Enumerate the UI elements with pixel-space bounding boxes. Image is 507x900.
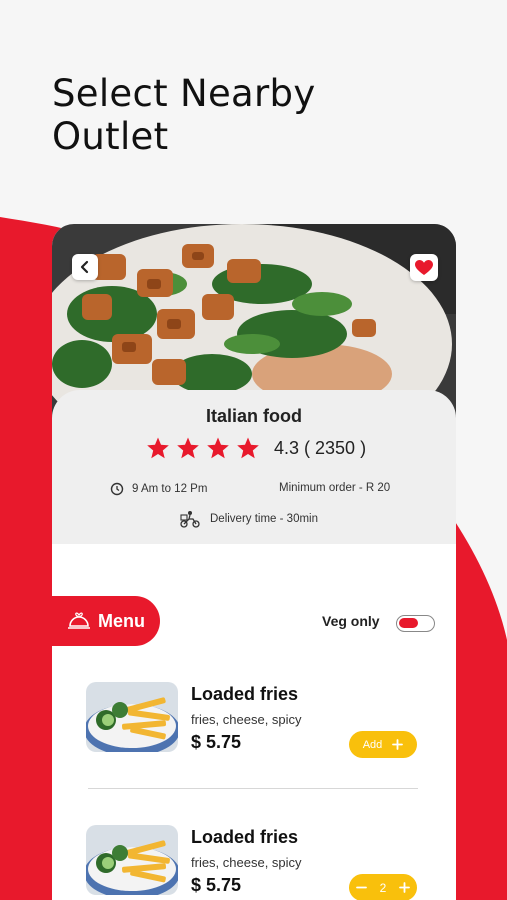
menu-tab[interactable]: Menu	[52, 596, 160, 646]
restaurant-screen: Italian food 4.3 ( 2350 ) 9 Am to 12 Pm …	[52, 224, 456, 900]
clock-icon	[110, 482, 124, 496]
item-price: $ 5.75	[191, 732, 242, 752]
item-description: fries, cheese, spicy	[191, 855, 302, 870]
favorite-button[interactable]	[410, 254, 438, 281]
add-button[interactable]: Add	[349, 731, 417, 758]
heart-icon	[415, 259, 433, 275]
star-icon	[177, 437, 199, 459]
rating-row: 4.3 ( 2350 )	[146, 436, 366, 460]
menu-tab-label: Menu	[98, 610, 145, 631]
cloche-icon	[68, 612, 90, 629]
menu-item[interactable]: Loaded fries fries, cheese, spicy $ 5.75…	[86, 682, 426, 762]
restaurant-name: Italian food	[206, 406, 302, 426]
restaurant-info-card: Italian food 4.3 ( 2350 ) 9 Am to 12 Pm …	[52, 390, 456, 544]
delivery-rider-icon	[180, 511, 200, 528]
toggle-knob	[399, 618, 418, 628]
delivery-time: Delivery time - 30min	[180, 510, 318, 528]
headline-line-2: Outlet	[52, 115, 169, 158]
delivery-time-text: Delivery time - 30min	[210, 513, 318, 525]
rating-value: 4.3 ( 2350 )	[274, 437, 367, 458]
star-icon	[237, 437, 259, 459]
minus-icon[interactable]	[355, 882, 367, 893]
item-name: Loaded fries	[191, 684, 299, 704]
plus-icon[interactable]	[399, 882, 411, 893]
add-button-label: Add	[362, 738, 383, 751]
veg-only-label: Veg only	[322, 613, 380, 629]
minimum-order-text: Minimum order - R 20	[279, 482, 391, 494]
chevron-left-icon	[80, 260, 89, 274]
item-image	[86, 825, 178, 895]
menu-item[interactable]: Loaded fries fries, cheese, spicy $ 5.75…	[86, 825, 426, 900]
minimum-order: Minimum order - R 20	[279, 482, 390, 494]
star-icon	[207, 437, 229, 459]
page-headline: Select Nearby Outlet	[52, 72, 316, 158]
item-divider	[88, 788, 418, 789]
opening-hours: 9 Am to 12 Pm	[110, 482, 207, 496]
quantity-stepper[interactable]: 2	[349, 874, 417, 900]
item-description: fries, cheese, spicy	[191, 712, 302, 727]
back-button[interactable]	[72, 254, 98, 280]
veg-only-toggle[interactable]	[396, 615, 435, 632]
hours-text: 9 Am to 12 Pm	[132, 483, 208, 495]
star-icon	[147, 437, 169, 459]
headline-line-1: Select Nearby	[52, 72, 316, 115]
item-price: $ 5.75	[191, 875, 242, 895]
quantity-value: 2	[379, 880, 387, 895]
item-name: Loaded fries	[191, 827, 299, 847]
plus-icon	[392, 739, 404, 750]
item-image	[86, 682, 178, 752]
